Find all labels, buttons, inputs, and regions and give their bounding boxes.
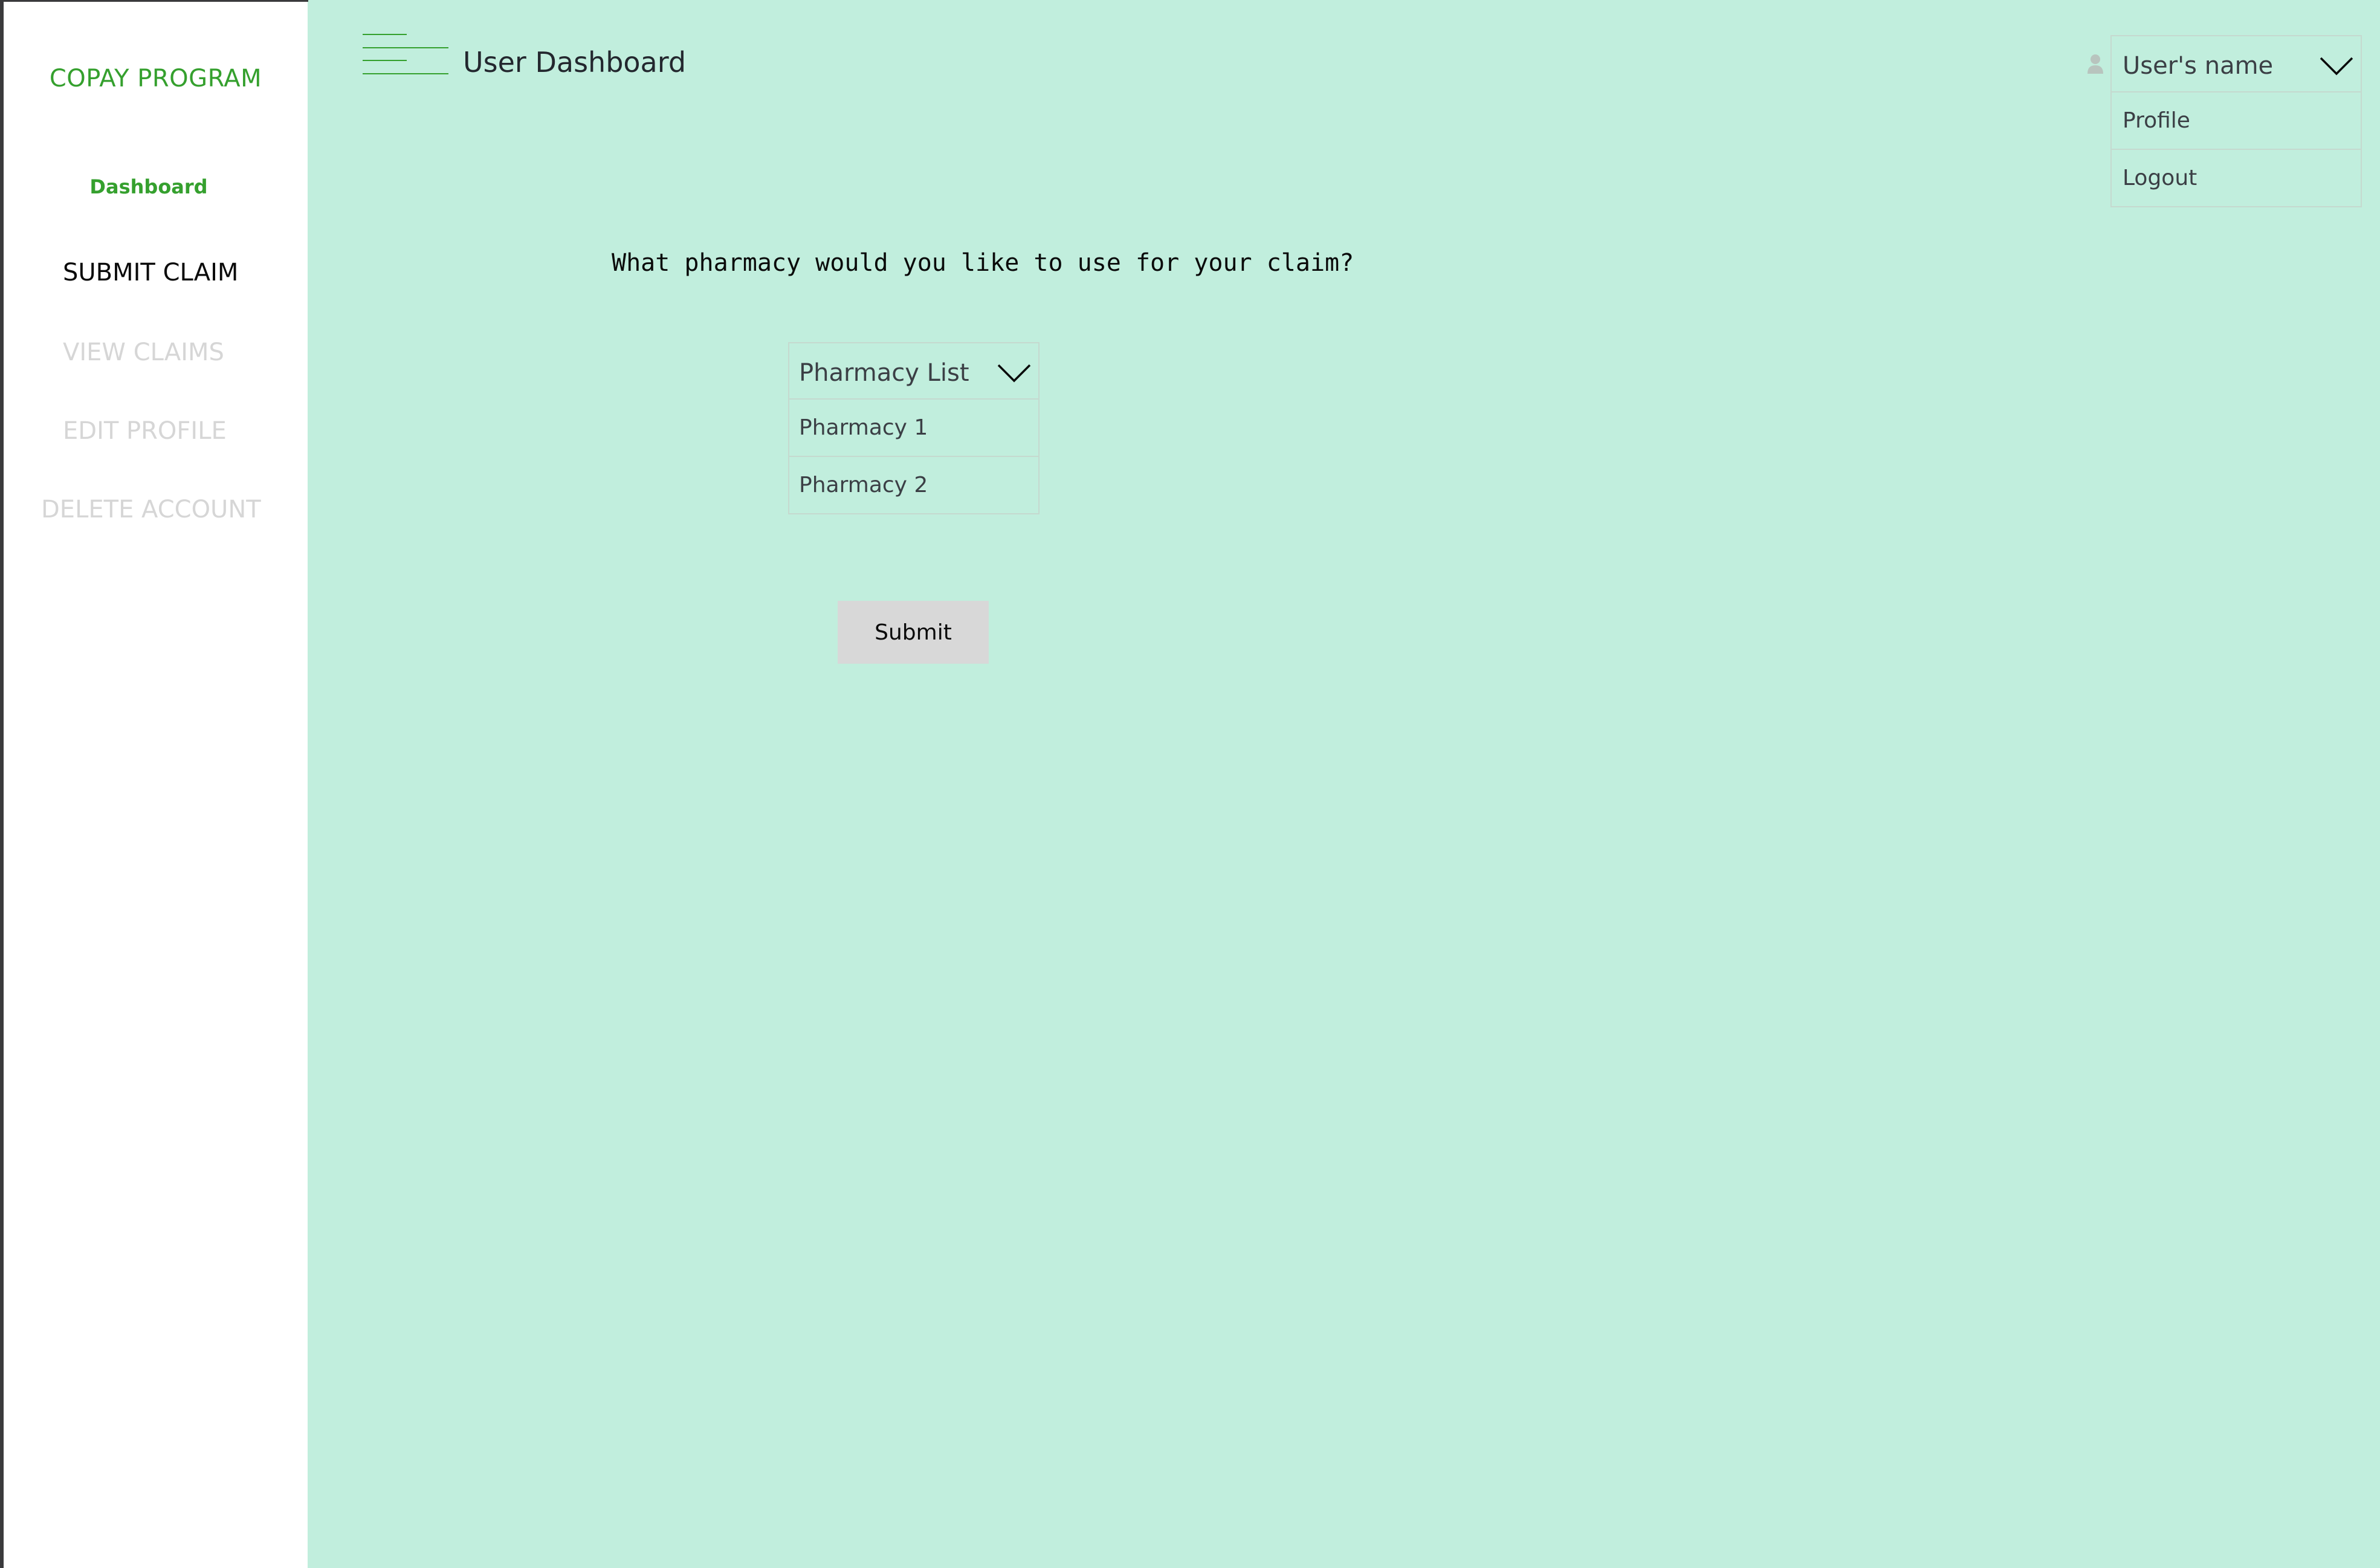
chevron-down-icon bbox=[997, 364, 1031, 383]
pharmacy-option-label: Pharmacy 1 bbox=[799, 415, 928, 440]
pharmacy-dropdown: Pharmacy List Pharmacy 1 Pharmacy 2 bbox=[788, 342, 1040, 514]
sidebar-item-submit-claim[interactable]: SUBMIT CLAIM bbox=[63, 259, 238, 287]
chevron-down-icon bbox=[2320, 57, 2353, 76]
user-menu-toggle[interactable]: User's name bbox=[2110, 35, 2362, 92]
pharmacy-option-1[interactable]: Pharmacy 1 bbox=[788, 400, 1040, 457]
user-name-label: User's name bbox=[2123, 52, 2274, 80]
sidebar: COPAY PROGRAM Dashboard SUBMIT CLAIM VIE… bbox=[4, 2, 308, 1568]
pharmacy-dropdown-toggle[interactable]: Pharmacy List bbox=[788, 342, 1040, 400]
pharmacy-option-label: Pharmacy 2 bbox=[799, 473, 928, 497]
pharmacy-option-2[interactable]: Pharmacy 2 bbox=[788, 457, 1040, 514]
submit-button[interactable]: Submit bbox=[838, 601, 989, 664]
user-menu-item-label: Logout bbox=[2123, 166, 2197, 190]
user-menu-item-profile[interactable]: Profile bbox=[2110, 92, 2362, 150]
brand-logo-text: COPAY PROGRAM bbox=[49, 65, 262, 92]
page-title: User Dashboard bbox=[463, 46, 687, 79]
sidebar-item-view-claims[interactable]: VIEW CLAIMS bbox=[63, 339, 224, 366]
user-menu-dropdown: User's name Profile Logout bbox=[2110, 35, 2362, 207]
user-menu-item-label: Profile bbox=[2123, 108, 2190, 133]
user-menu-item-logout[interactable]: Logout bbox=[2110, 150, 2362, 207]
sidebar-item-dashboard[interactable]: Dashboard bbox=[4, 175, 294, 198]
hamburger-menu-icon[interactable] bbox=[361, 31, 450, 80]
sidebar-item-delete-account[interactable]: DELETE ACCOUNT bbox=[41, 496, 261, 523]
sidebar-item-edit-profile[interactable]: EDIT PROFILE bbox=[63, 417, 227, 445]
pharmacy-dropdown-label: Pharmacy List bbox=[799, 359, 969, 387]
pharmacy-question: What pharmacy would you like to use for … bbox=[612, 249, 1354, 277]
user-icon bbox=[2086, 53, 2104, 75]
